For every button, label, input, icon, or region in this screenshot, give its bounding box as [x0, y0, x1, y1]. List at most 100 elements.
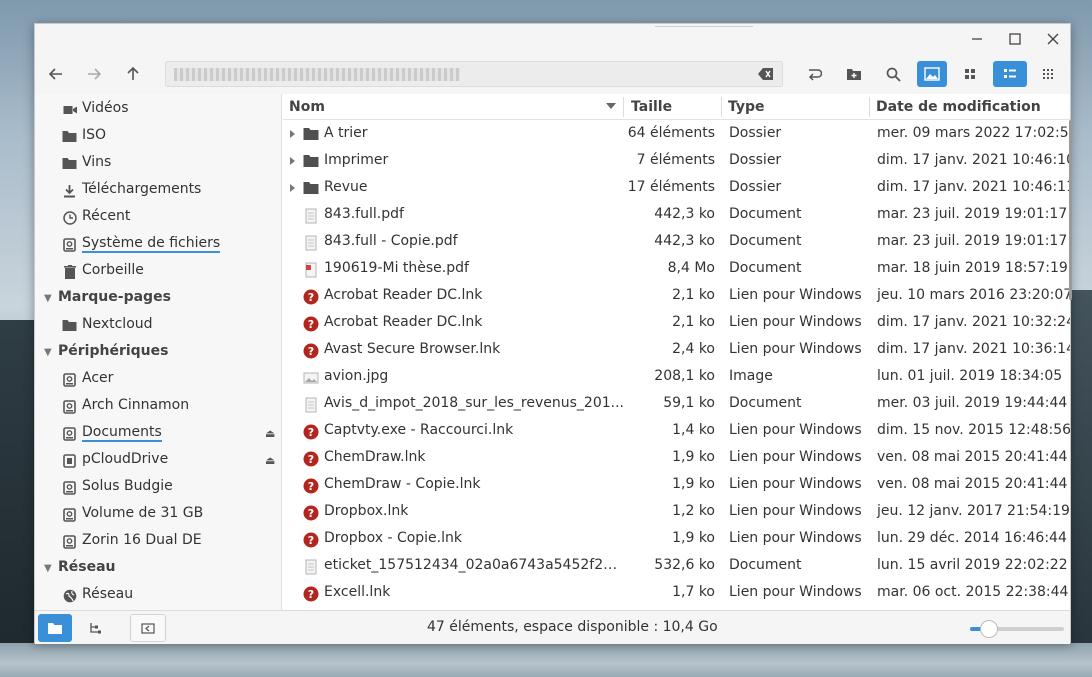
file-row[interactable]: A trier 64 éléments Dossier mer. 09 mars 20… — [283, 121, 1070, 148]
file-size: 2,1 ko — [672, 314, 715, 330]
maximize-icon[interactable] — [1005, 30, 1025, 48]
sidebar-item-label: Système de fichiers — [82, 235, 221, 253]
grid-view-icon[interactable] — [957, 61, 983, 87]
column-name[interactable]: Nom — [289, 99, 325, 115]
file-name: Dropbox.lnk — [324, 503, 409, 519]
file-row[interactable]: ? Excell.lnk 1,7 ko Lien pour Windows mar. 0… — [283, 580, 1070, 607]
sidebar-item-solus-budgie[interactable]: Solus Budgie — [35, 474, 281, 501]
column-type[interactable]: Type — [728, 99, 765, 115]
file-row[interactable]: 843.full - Copie.pdf 442,3 ko Document mar.… — [283, 229, 1070, 256]
drive-icon — [62, 399, 77, 414]
file-row[interactable]: eticket_157512434_02a0a6743a5452f25b5...… — [283, 553, 1070, 580]
file-row[interactable]: ? Dropbox.lnk 1,2 ko Lien pour Windows jeu. … — [283, 499, 1070, 526]
toggle-location-icon[interactable] — [801, 61, 827, 87]
column-size[interactable]: Taille — [631, 99, 672, 115]
sidebar-item-arch-cinnamon[interactable]: Arch Cinnamon — [35, 393, 281, 420]
collapse-triangle-icon[interactable]: ▼ — [44, 347, 52, 358]
new-folder-icon[interactable] — [841, 61, 867, 87]
sidebar-item-documents[interactable]: Documents ⏏ — [35, 420, 281, 447]
close-icon[interactable] — [1043, 30, 1063, 48]
file-name: A trier — [324, 125, 368, 141]
svg-text:?: ? — [308, 534, 314, 547]
file-row[interactable]: 190619-Mi thèse.pdf 8,4 Mo Document mar. 18… — [283, 256, 1070, 283]
folder-icon — [62, 156, 77, 171]
file-date: jeu. 10 mars 2016 23:20:07 — [877, 287, 1070, 303]
eject-icon[interactable]: ⏏ — [265, 427, 275, 440]
tree-view-icon[interactable] — [78, 614, 112, 642]
collapse-triangle-icon[interactable]: ▼ — [44, 293, 52, 304]
file-row[interactable]: ? Acrobat Reader DC.lnk 2,1 ko Lien pour Wi… — [283, 283, 1070, 310]
sidebar-section-reseau[interactable]: ▼ Réseau — [35, 555, 281, 582]
file-row[interactable]: Imprimer 7 éléments Dossier dim. 17 janv. 2… — [283, 148, 1070, 175]
file-row[interactable]: 843.full.pdf 442,3 ko Document mar. 23 juil… — [283, 202, 1070, 229]
file-row[interactable]: ? ChemDraw - Copie.lnk 1,9 ko Lien pour Win… — [283, 472, 1070, 499]
back-arrow-icon[interactable] — [43, 61, 69, 87]
eject-icon[interactable]: ⏏ — [265, 454, 275, 467]
sidebar-item-nextcloud[interactable]: Nextcloud — [35, 312, 281, 339]
column-separator[interactable] — [623, 97, 624, 117]
drive-icon — [62, 480, 77, 495]
file-row[interactable]: Avis_d_impot_2018_sur_les_revenus_201...… — [283, 391, 1070, 418]
file-type: Document — [729, 395, 802, 411]
collapse-triangle-icon[interactable]: ▼ — [44, 563, 52, 574]
file-row[interactable]: ? Captvty.exe - Raccourci.lnk 1,4 ko Lien p… — [283, 418, 1070, 445]
up-arrow-icon[interactable] — [120, 61, 146, 87]
file-name: avion.jpg — [324, 368, 389, 384]
file-type: Dossier — [729, 152, 782, 168]
vertical-scrollbar[interactable] — [1069, 120, 1072, 300]
sidebar-item-telechargements[interactable]: Téléchargements — [35, 177, 281, 204]
sidebar-item-iso[interactable]: ISO — [35, 123, 281, 150]
location-bar[interactable] — [165, 61, 783, 87]
expand-arrow-icon[interactable] — [290, 184, 295, 192]
file-row[interactable]: ? Acrobat Reader DC.lnk 2,1 ko Lien pour Wi… — [283, 310, 1070, 337]
sort-descending-icon[interactable] — [606, 103, 616, 109]
toggle-sidebar-icon[interactable] — [130, 614, 166, 642]
search-icon[interactable] — [880, 61, 906, 87]
sidebar-section-peripheriques[interactable]: ▼ Périphériques — [35, 339, 281, 366]
titlebar-drag-handle[interactable] — [655, 26, 753, 27]
file-size: 442,3 ko — [654, 206, 715, 222]
file-type: Lien pour Windows — [729, 476, 862, 492]
compact-view-icon[interactable] — [1035, 61, 1061, 87]
sidebar-section-marque-pages[interactable]: ▼ Marque-pages — [35, 285, 281, 312]
sidebar-item-recent[interactable]: Récent — [35, 204, 281, 231]
sidebar-item-zorin-16-dual-de[interactable]: Zorin 16 Dual DE — [35, 528, 281, 555]
icon-view-icon[interactable] — [917, 61, 947, 87]
sidebar-item-systeme-de-fichiers[interactable]: Système de fichiers — [35, 231, 281, 258]
file-size: 208,1 ko — [654, 368, 715, 384]
column-separator[interactable] — [721, 97, 722, 117]
column-separator[interactable] — [869, 97, 870, 117]
file-row[interactable]: ? Avast Secure Browser.lnk 2,4 ko Lien pour… — [283, 337, 1070, 364]
file-date: ven. 08 mai 2015 20:41:44 — [877, 449, 1068, 465]
file-row[interactable]: ? ChemDraw.lnk 1,9 ko Lien pour Windows ven.… — [283, 445, 1070, 472]
forward-arrow-icon[interactable] — [81, 61, 107, 87]
sidebar-section-label: Réseau — [58, 559, 116, 575]
clear-location-icon[interactable] — [758, 67, 774, 81]
sidebar-item-videos[interactable]: Vidéos — [35, 96, 281, 123]
file-date: dim. 17 janv. 2021 10:32:24 — [877, 314, 1070, 330]
document-icon — [303, 208, 319, 224]
file-date: lun. 15 avril 2019 22:02:22 — [877, 557, 1068, 573]
sidebar-item-reseau[interactable]: Réseau — [35, 582, 281, 609]
file-row[interactable]: avion.jpg 208,1 ko Image lun. 01 juil. 2019… — [283, 364, 1070, 391]
file-name: 843.full - Copie.pdf — [324, 233, 458, 249]
sidebar-item-pclouddrive[interactable]: pCloudDrive ⏏ — [35, 447, 281, 474]
list-view-icon[interactable] — [993, 61, 1027, 87]
file-name: Avis_d_impot_2018_sur_les_revenus_201... — [324, 395, 624, 411]
file-row[interactable]: ? Dropbox - Copie.lnk 1,9 ko Lien pour Wind… — [283, 526, 1070, 553]
windows-link-icon: ? — [303, 289, 319, 305]
minimize-icon[interactable] — [967, 30, 987, 48]
file-row[interactable]: Revue 17 éléments Dossier dim. 17 janv. 202… — [283, 175, 1070, 202]
sidebar-item-acer[interactable]: Acer — [35, 366, 281, 393]
places-view-icon[interactable] — [38, 614, 72, 642]
file-date: ven. 08 mai 2015 20:41:44 — [877, 476, 1068, 492]
file-name: Acrobat Reader DC.lnk — [324, 314, 483, 330]
file-type: Lien pour Windows — [729, 341, 862, 357]
sidebar-item-vins[interactable]: Vins — [35, 150, 281, 177]
zoom-slider-handle[interactable] — [980, 620, 998, 638]
sidebar-item-volume-de-31-gb[interactable]: Volume de 31 GB — [35, 501, 281, 528]
column-date[interactable]: Date de modification — [876, 99, 1041, 115]
expand-arrow-icon[interactable] — [290, 157, 295, 165]
expand-arrow-icon[interactable] — [290, 130, 295, 138]
sidebar-item-corbeille[interactable]: Corbeille — [35, 258, 281, 285]
